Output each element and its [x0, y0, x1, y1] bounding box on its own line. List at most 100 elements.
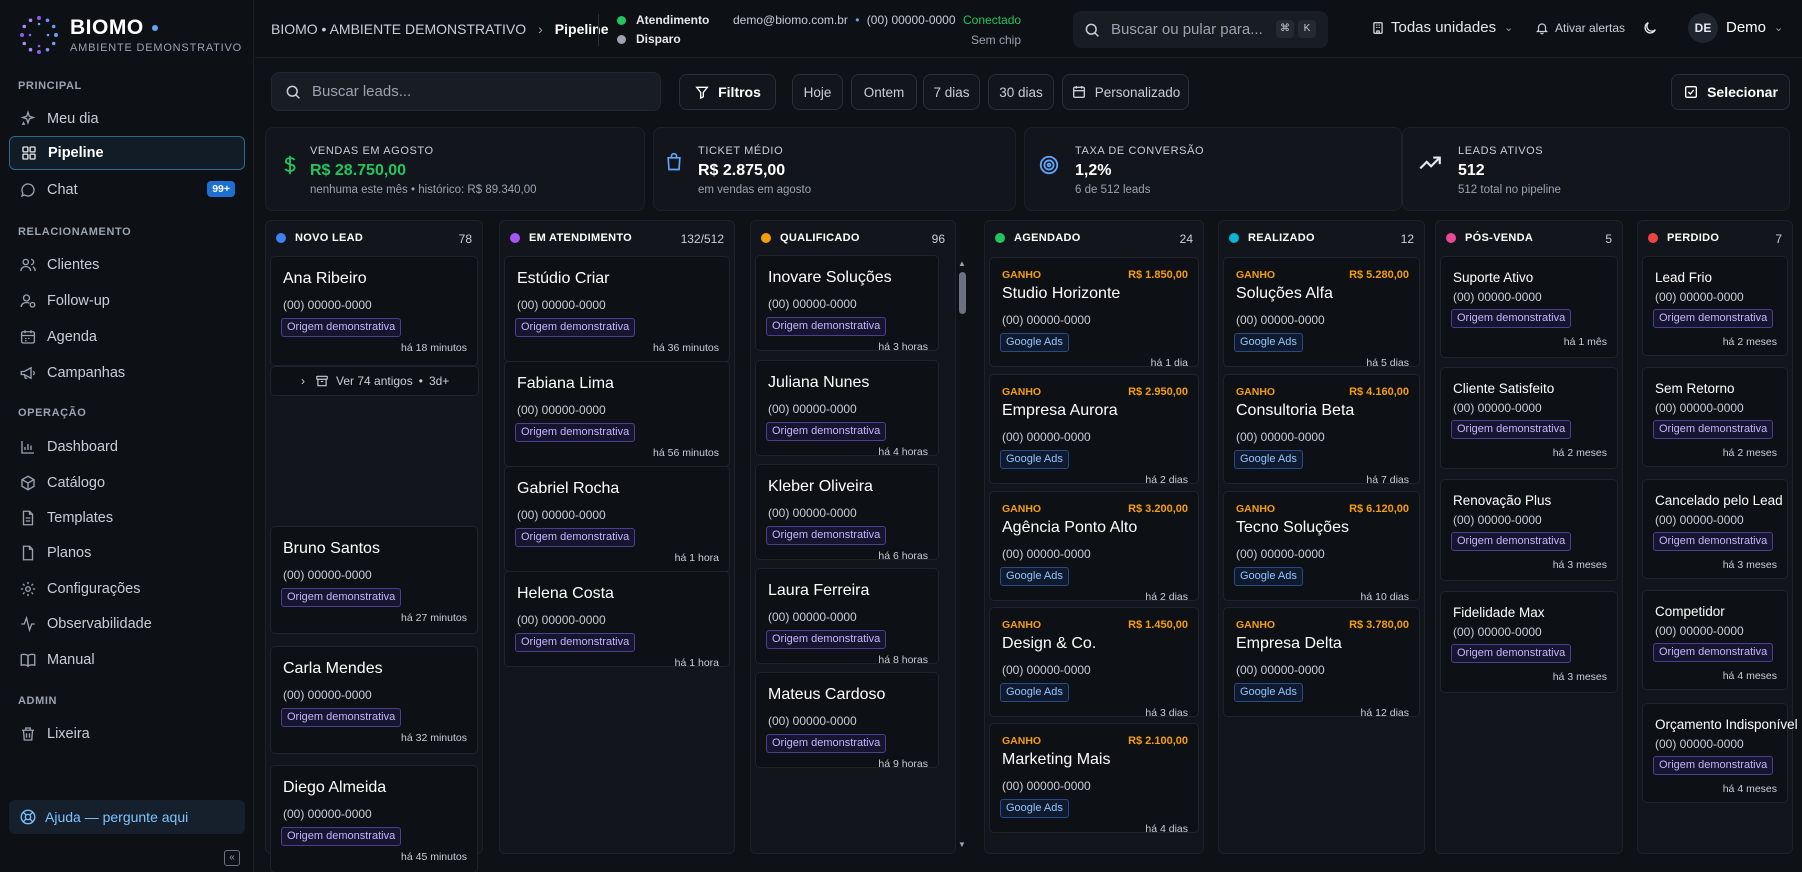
lead-card[interactable]: Estúdio Criar (00) 00000-0000 Origem demon… — [504, 256, 730, 362]
won-badge: GANHO — [1002, 735, 1042, 747]
lead-card[interactable]: GANHO R$ 3.200,00 Agência Ponto Alto (00) 0… — [989, 491, 1199, 603]
sidebar-item-meu-dia[interactable]: Meu dia — [9, 102, 245, 136]
stat-card-leads: LEADS ATIVOS 512 512 total no pipeline — [1402, 127, 1790, 211]
lead-card[interactable]: Sem Retorno (00) 00000-0000 Origem demonst… — [1642, 367, 1788, 467]
stat-label: VENDAS EM AGOSTO — [310, 145, 434, 157]
building-icon — [1373, 21, 1383, 34]
column-header[interactable]: QUALIFICADO 96 — [751, 221, 955, 255]
lead-card[interactable]: GANHO R$ 3.780,00 Empresa Delta (00) 00000-… — [1223, 607, 1420, 719]
stat-card-conversao: TAXA DE CONVERSÃO 1,2% 6 de 512 leads — [1024, 127, 1402, 211]
lead-card[interactable]: GANHO R$ 4.160,00 Consultoria Beta (00) 000… — [1223, 374, 1420, 486]
lead-card[interactable]: Competidor (00) 00000-0000 Origem demonstr… — [1642, 590, 1788, 690]
sidebar-item-dashboard[interactable]: Dashboard — [9, 430, 245, 464]
deal-amount: R$ 5.280,00 — [1349, 269, 1409, 281]
sidebar-item-clientes[interactable]: Clientes — [9, 248, 245, 282]
column-header[interactable]: NOVO LEAD 78 — [266, 221, 482, 255]
period-30dias-button[interactable]: 30 dias — [988, 74, 1054, 110]
lead-card[interactable]: Orçamento Indisponível (00) 00000-0000 Ori… — [1642, 703, 1798, 803]
lead-card[interactable]: Fidelidade Max (00) 00000-0000 Origem demo… — [1440, 591, 1618, 693]
enable-alerts-button[interactable]: Ativar alertas — [1535, 21, 1625, 35]
scroll-down-icon[interactable]: ▼ — [958, 840, 966, 849]
breadcrumb-current: Pipeline — [554, 21, 609, 37]
user-menu[interactable]: Demo ⌄ — [1726, 19, 1783, 36]
lead-card[interactable]: Mateus Cardoso (00) 00000-0000 Origem demo… — [755, 672, 939, 770]
source-tag: Origem demonstrativa — [766, 422, 887, 441]
sidebar-item-templates[interactable]: Templates — [9, 501, 245, 535]
sidebar-item-pipeline[interactable]: Pipeline — [9, 136, 245, 170]
lead-search-input[interactable]: Buscar leads... — [271, 72, 661, 111]
lead-card[interactable]: Cliente Satisfeito (00) 00000-0000 Origem … — [1440, 367, 1618, 469]
sidebar-item-campanhas[interactable]: Campanhas — [9, 356, 245, 390]
sidebar-item-follow-up[interactable]: Follow-up — [9, 284, 245, 318]
period-hoje-button[interactable]: Hoje — [792, 74, 843, 110]
lead-card[interactable]: Laura Ferreira (00) 00000-0000 Origem demo… — [755, 568, 939, 666]
sidebar-item-configuracoes[interactable]: Configurações — [9, 572, 245, 606]
lead-card[interactable]: Bruno Santos (00) 00000-0000 Origem demons… — [270, 526, 478, 634]
scroll-up-icon[interactable]: ▲ — [958, 259, 966, 268]
lead-name: Competidor — [1655, 604, 1725, 619]
lead-phone: (00) 00000-0000 — [768, 506, 857, 520]
lead-card[interactable]: GANHO R$ 2.100,00 Marketing Mais (00) 00000… — [989, 723, 1199, 835]
moon-icon[interactable] — [1642, 20, 1658, 36]
filters-button[interactable]: Filtros — [679, 74, 776, 110]
sidebar-item-manual[interactable]: Manual — [9, 643, 245, 677]
won-badge: GANHO — [1002, 386, 1042, 398]
select-button[interactable]: Selecionar — [1671, 74, 1790, 110]
units-dropdown[interactable]: Todas unidades ⌄ — [1371, 19, 1513, 36]
channel-status[interactable]: Atendimento Disparo — [617, 12, 709, 50]
column-scrollbar[interactable] — [959, 272, 966, 314]
lead-card[interactable]: Diego Almeida (00) 00000-0000 Origem demon… — [270, 765, 478, 872]
global-search-input[interactable]: Buscar ou pular para... ⌘ K — [1073, 11, 1328, 48]
lead-card[interactable]: Kleber Oliveira (00) 00000-0000 Origem dem… — [755, 464, 939, 562]
brand-dot — [151, 25, 158, 31]
lead-name: Mateus Cardoso — [768, 686, 886, 703]
lead-name: Ana Ribeiro — [283, 270, 367, 287]
lead-card[interactable]: Juliana Nunes (00) 00000-0000 Origem demon… — [755, 360, 939, 458]
avatar[interactable]: DE — [1688, 13, 1718, 43]
column-header[interactable]: AGENDADO 24 — [985, 221, 1203, 255]
lead-time: há 1 mês — [1563, 336, 1607, 348]
lead-card[interactable]: Inovare Soluções (00) 00000-0000 Origem de… — [755, 255, 939, 353]
column-header[interactable]: REALIZADO 12 — [1219, 221, 1424, 255]
column-header[interactable]: EM ATENDIMENTO 132/512 — [500, 221, 734, 255]
column-header[interactable]: PÓS-VENDA 5 — [1436, 221, 1622, 255]
show-older-leads-button[interactable]: › Ver 74 antigos • 3d+ — [270, 366, 479, 396]
lead-card[interactable]: GANHO R$ 5.280,00 Soluções Alfa (00) 00000-… — [1223, 257, 1420, 369]
lead-card[interactable]: GANHO R$ 1.850,00 Studio Horizonte (00) 000… — [989, 257, 1199, 369]
lead-card[interactable]: Lead Frio (00) 00000-0000 Origem demonstra… — [1642, 256, 1788, 356]
column-header[interactable]: PERDIDO 7 — [1638, 221, 1792, 255]
period-custom-label: Personalizado — [1094, 84, 1181, 100]
lead-card[interactable]: GANHO R$ 1.450,00 Design & Co. (00) 00000-0… — [989, 607, 1199, 719]
sidebar-item-catalogo[interactable]: Catálogo — [9, 466, 245, 500]
lead-card[interactable]: Suporte Ativo (00) 00000-0000 Origem demon… — [1440, 256, 1618, 358]
lead-card[interactable]: Renovação Plus (00) 00000-0000 Origem demo… — [1440, 479, 1618, 581]
stat-value: 1,2% — [1075, 162, 1112, 179]
period-7dias-button[interactable]: 7 dias — [923, 74, 980, 110]
lead-card[interactable]: GANHO R$ 2.950,00 Empresa Aurora (00) 00000… — [989, 374, 1199, 486]
collapse-sidebar-icon[interactable]: « — [224, 850, 240, 866]
sidebar-item-lixeira[interactable]: Lixeira — [9, 717, 245, 751]
lead-card[interactable]: Helena Costa (00) 00000-0000 Origem demons… — [504, 571, 730, 669]
period-ontem-button[interactable]: Ontem — [851, 74, 917, 110]
sidebar-item-observabilidade[interactable]: Observabilidade — [9, 607, 245, 641]
help-button[interactable]: Ajuda — pergunte aqui — [9, 800, 245, 834]
sidebar-item-agenda[interactable]: Agenda — [9, 320, 245, 354]
period-custom-button[interactable]: Personalizado — [1062, 74, 1189, 110]
deal-amount: R$ 6.120,00 — [1349, 503, 1409, 515]
lead-card[interactable]: Gabriel Rocha (00) 00000-0000 Origem demon… — [504, 466, 730, 572]
brand-subtitle: AMBIENTE DEMONSTRATIVO — [70, 42, 243, 54]
breadcrumb-root[interactable]: BIOMO • AMBIENTE DEMONSTRATIVO — [271, 21, 526, 37]
sidebar-item-planos[interactable]: Planos — [9, 536, 245, 570]
source-tag: Google Ads — [1234, 567, 1303, 586]
kbd-cmd: ⌘ — [1276, 20, 1294, 38]
lead-card[interactable]: Carla Mendes (00) 00000-0000 Origem demons… — [270, 646, 478, 754]
lead-card[interactable]: Fabiana Lima (00) 00000-0000 Origem demons… — [504, 361, 730, 467]
sidebar-item-label: Chat — [47, 182, 78, 198]
sidebar-item-chat[interactable]: Chat 99+ — [9, 173, 245, 207]
lead-card[interactable]: Ana Ribeiro (00) 00000-0000 Origem demonst… — [270, 256, 478, 366]
lead-card[interactable]: GANHO R$ 6.120,00 Tecno Soluções (00) 00000… — [1223, 491, 1420, 603]
file-icon — [22, 545, 34, 561]
lead-card[interactable]: Cancelado pelo Lead (00) 00000-0000 Origem… — [1642, 479, 1788, 579]
lead-phone: (00) 00000-0000 — [768, 610, 857, 624]
brand[interactable]: BIOMO AMBIENTE DEMONSTRATIVO — [18, 14, 242, 56]
